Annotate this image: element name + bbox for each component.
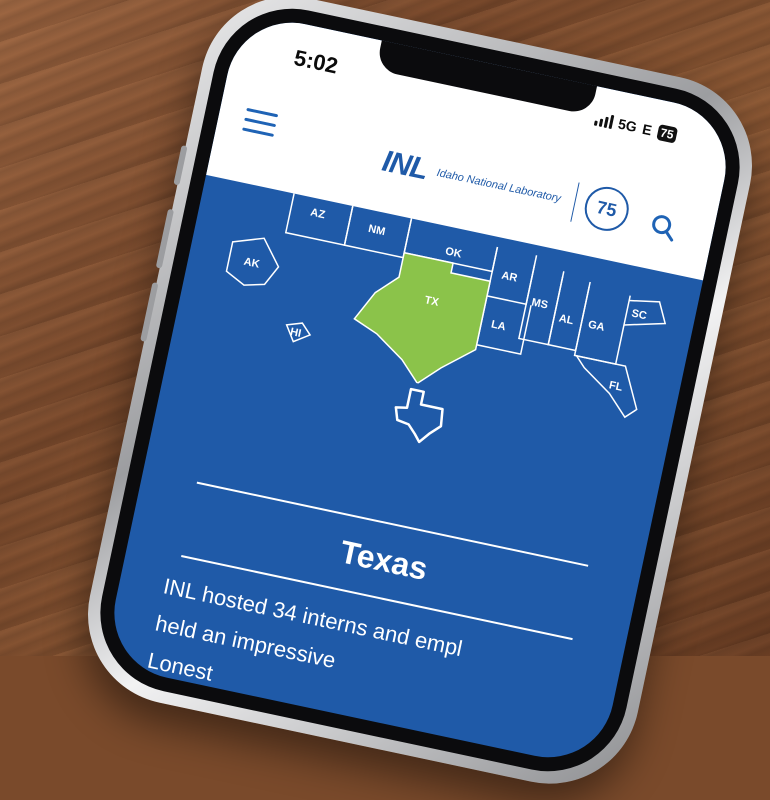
signal-icon	[593, 112, 614, 130]
map-label: HI	[289, 326, 302, 340]
map-label: NM	[367, 223, 386, 238]
logo-divider	[570, 182, 580, 222]
anniversary-seal: 75	[580, 182, 633, 235]
lab-name: Idaho National Laboratory	[435, 166, 562, 205]
search-icon[interactable]	[647, 210, 680, 243]
status-right: 5G E 75	[593, 111, 679, 144]
map-label: GA	[587, 319, 606, 334]
map-label: FL	[608, 379, 624, 394]
map-label: SC	[630, 307, 647, 322]
map-label: AL	[558, 312, 575, 327]
map-label: AR	[500, 270, 518, 285]
map-label: LA	[490, 319, 507, 334]
battery-level: 75	[655, 123, 679, 144]
map-label: AK	[243, 256, 261, 271]
logo-text: INL	[379, 144, 431, 187]
texas-outline-icon	[394, 387, 444, 444]
state-shape-fl	[574, 354, 638, 419]
network-suffix: E	[640, 120, 654, 139]
hamburger-menu-icon[interactable]	[242, 107, 279, 138]
state-shape-tx	[353, 251, 492, 385]
map-label: OK	[444, 245, 463, 260]
map-label: AZ	[309, 206, 326, 221]
map-label: MS	[530, 296, 549, 311]
network-type: 5G	[616, 115, 639, 136]
